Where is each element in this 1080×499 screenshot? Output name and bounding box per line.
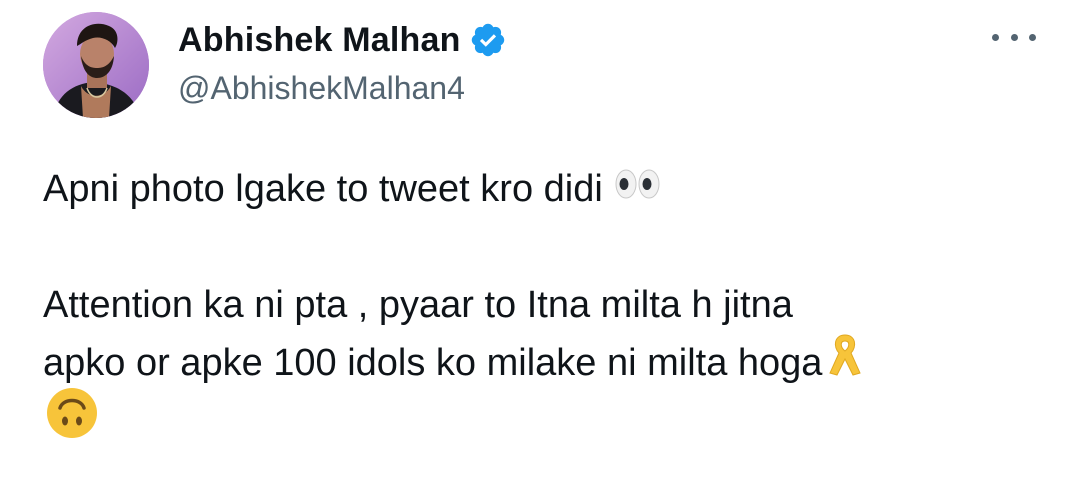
tweet-line-3: apko or apke 100 idols ko milake ni milt… xyxy=(43,333,1043,392)
eyes-emoji-icon xyxy=(613,160,663,218)
tweet-line-1-text: Apni photo lgake to tweet kro didi xyxy=(43,168,603,210)
verified-badge-icon[interactable] xyxy=(469,21,507,59)
tweet-line-1: Apni photo lgake to tweet kro didi xyxy=(43,160,1043,218)
avatar-image xyxy=(43,12,149,118)
yellow-ribbon-emoji-icon xyxy=(828,331,862,396)
tweet-line-3-text: apko or apke 100 idols ko milake ni milt… xyxy=(43,342,823,384)
upside-down-face-emoji-icon xyxy=(45,386,99,457)
tweet-line-2: Attention ka ni pta , pyaar to Itna milt… xyxy=(43,276,1043,334)
tweet-text: Apni photo lgake to tweet kro didi Atten… xyxy=(43,160,1043,450)
author-handle[interactable]: @AbhishekMalhan4 xyxy=(178,70,465,107)
author-name-row: Abhishek Malhan xyxy=(178,17,507,63)
avatar[interactable] xyxy=(43,12,149,118)
tweet-line-4 xyxy=(43,387,1043,450)
more-options-icon[interactable] xyxy=(992,20,1036,54)
tweet-card: Abhishek Malhan @AbhishekMalhan4 Apni ph… xyxy=(0,0,1080,499)
author-display-name[interactable]: Abhishek Malhan xyxy=(178,21,461,60)
tweet-line-2-text: Attention ka ni pta , pyaar to Itna milt… xyxy=(43,284,793,326)
